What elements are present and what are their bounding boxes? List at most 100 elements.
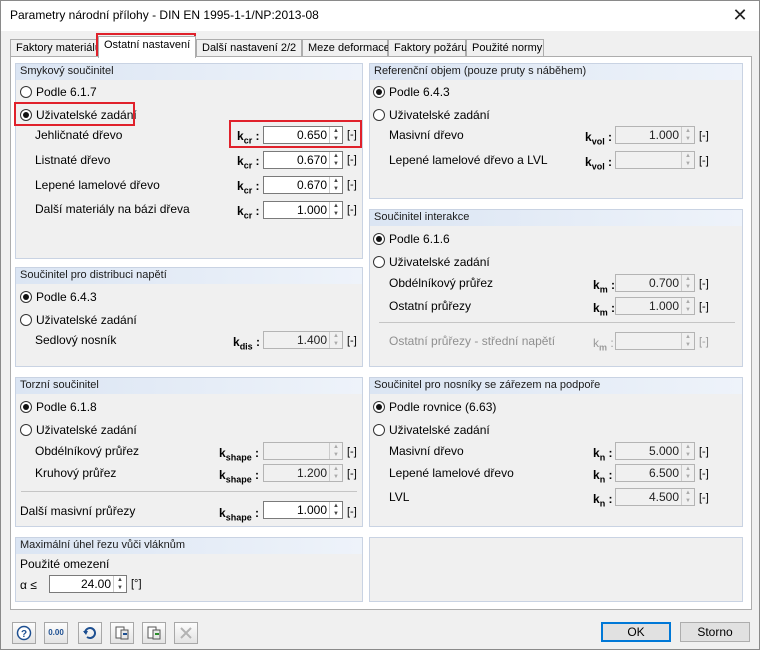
radio-dot [20, 314, 32, 326]
symbol-kvol: kvol : [585, 130, 613, 147]
unit: [-] [699, 278, 709, 290]
decimal-places-icon[interactable]: 0.00 [44, 622, 68, 644]
separator [379, 322, 735, 323]
symbol-kn: kn : [593, 446, 613, 463]
unit: [-] [347, 335, 357, 347]
kcr-wood-based-stepper[interactable]: 1.000 ▲ ▼ [263, 201, 343, 219]
close-icon[interactable]: ✕ [729, 4, 751, 26]
tab-material-factors[interactable]: Faktory materiálu [10, 39, 101, 57]
tab-used-norms[interactable]: Použité normy [466, 39, 544, 57]
radio-dot [20, 291, 32, 303]
radio-interaction-user[interactable]: Uživatelské zadání [373, 255, 490, 269]
symbol-kcr: kcr : [237, 204, 260, 221]
label-other-solid-sections: Další masivní průřezy [20, 504, 136, 518]
delete-icon[interactable] [174, 622, 198, 644]
tab-deformation-limits[interactable]: Meze deformace [302, 39, 390, 57]
kn-glulam-stepper[interactable]: 6.500 ▲ ▼ [615, 464, 695, 482]
grain-angle-stepper[interactable]: 24.00 ▲ ▼ [49, 575, 127, 593]
ok-button[interactable]: OK [601, 622, 671, 642]
symbol-kshape: kshape : [219, 468, 260, 485]
help-icon[interactable]: ? [12, 622, 36, 644]
label-glulam: Lepené lamelové dřevo [35, 178, 160, 192]
kshape-rectangular-stepper[interactable]: ▲ ▼ [263, 442, 343, 460]
label-hardwood: Listnaté dřevo [35, 153, 111, 167]
radio-dot [20, 424, 32, 436]
empty-panel [369, 537, 743, 602]
radio-dot [373, 86, 385, 98]
group-title: Součinitel pro nosníky se zářezem na pod… [370, 378, 742, 394]
kvol-solid-stepper[interactable]: 1.000 ▲ ▼ [615, 126, 695, 144]
kcr-glulam-stepper[interactable]: 0.670 ▲ ▼ [263, 176, 343, 194]
radio-notch-by-equation[interactable]: Podle rovnice (6.63) [373, 400, 496, 414]
radio-dot [373, 424, 385, 436]
radio-torsion-by-clause[interactable]: Podle 6.1.8 [20, 400, 97, 414]
km-mean-stress-stepper[interactable]: ▲ ▼ [615, 332, 695, 350]
unit: [-] [347, 468, 357, 480]
label-solid-wood: Masivní dřevo [389, 444, 464, 458]
label-circular-section: Kruhový průřez [35, 466, 117, 480]
tab-other-settings[interactable]: Ostatní nastavení [98, 36, 196, 58]
radio-interaction-by-clause[interactable]: Podle 6.1.6 [373, 232, 450, 246]
radio-notch-user[interactable]: Uživatelské zadání [373, 423, 490, 437]
radio-distribution-by-clause[interactable]: Podle 6.4.3 [20, 290, 97, 304]
unit: [-] [699, 301, 709, 313]
unit: [-] [347, 506, 357, 518]
symbol-km: km : [593, 278, 616, 295]
radio-dot [373, 109, 385, 121]
kshape-circular-stepper[interactable]: 1.200 ▲ ▼ [263, 464, 343, 482]
group-title: Torzní součinitel [16, 378, 362, 394]
km-rectangular-stepper[interactable]: 0.700 ▲ ▼ [615, 274, 695, 292]
radio-reference-user[interactable]: Uživatelské zadání [373, 108, 490, 122]
radio-distribution-user[interactable]: Uživatelské zadání [20, 313, 137, 327]
symbol-kn: kn : [593, 492, 613, 509]
label-rectangular-section: Obdélníkový průřez [389, 276, 494, 290]
kdis-stepper[interactable]: 1.400 ▲ ▼ [263, 331, 343, 349]
unit: [-] [347, 446, 357, 458]
unit: [-] [347, 154, 357, 166]
symbol-kn: kn : [593, 468, 613, 485]
cancel-button[interactable]: Storno [680, 622, 750, 642]
kvol-glulam-stepper[interactable]: ▲ ▼ [615, 151, 695, 169]
window-title: Parametry národní přílohy - DIN EN 1995-… [10, 8, 319, 22]
km-other-stepper[interactable]: 1.000 ▲ ▼ [615, 297, 695, 315]
symbol-kdis: kdis : [233, 335, 261, 352]
label-glulam-lvl: Lepené lamelové dřevo a LVL [389, 153, 548, 167]
symbol-kcr: kcr : [237, 154, 260, 171]
group-title: Součinitel interakce [370, 210, 742, 226]
unit: [-] [699, 130, 709, 142]
symbol-kshape: kshape : [219, 446, 260, 463]
kshape-other-stepper[interactable]: 1.000 ▲ ▼ [263, 501, 343, 519]
user-input-highlight [14, 102, 135, 126]
radio-torsion-user[interactable]: Uživatelské zadání [20, 423, 137, 437]
kn-solid-stepper[interactable]: 5.000 ▲ ▼ [615, 442, 695, 460]
separator [21, 491, 357, 492]
group-title: Referenční objem (pouze pruty s náběhem) [370, 64, 742, 80]
tab-more-settings[interactable]: Další nastavení 2/2 [196, 39, 302, 57]
label-solid-wood: Masivní dřevo [389, 128, 464, 142]
radio-dot [20, 86, 32, 98]
label-other-sections-mean-stress: Ostatní průřezy - střední napětí [389, 334, 556, 348]
symbol-kcr: kcr : [237, 179, 260, 196]
export-icon[interactable] [110, 622, 134, 644]
radio-dot [373, 256, 385, 268]
kn-lvl-stepper[interactable]: 4.500 ▲ ▼ [615, 488, 695, 506]
unit: [-] [699, 155, 709, 167]
reset-icon[interactable] [78, 622, 102, 644]
label-used-limit: Použité omezení [20, 557, 110, 571]
unit: [-] [347, 179, 357, 191]
unit: [-] [347, 204, 357, 216]
tab-fire-factors[interactable]: Faktory požáru [388, 39, 467, 57]
title-bar: Parametry národní přílohy - DIN EN 1995-… [1, 1, 759, 31]
radio-reference-by-clause[interactable]: Podle 6.4.3 [373, 85, 450, 99]
label-softwood: Jehličnaté dřevo [35, 128, 123, 142]
unit: [°] [131, 578, 142, 590]
radio-shear-by-clause[interactable]: Podle 6.1.7 [20, 85, 97, 99]
symbol-km: km : [593, 301, 616, 318]
symbol-kshape: kshape : [219, 506, 260, 523]
label-wood-based: Další materiály na bázi dřeva [35, 202, 190, 216]
dialog-window: Parametry národní přílohy - DIN EN 1995-… [0, 0, 760, 650]
import-icon[interactable] [142, 622, 166, 644]
label-pitched-beam: Sedlový nosník [35, 333, 117, 347]
symbol-kvol: kvol : [585, 155, 613, 172]
kcr-hardwood-stepper[interactable]: 0.670 ▲ ▼ [263, 151, 343, 169]
